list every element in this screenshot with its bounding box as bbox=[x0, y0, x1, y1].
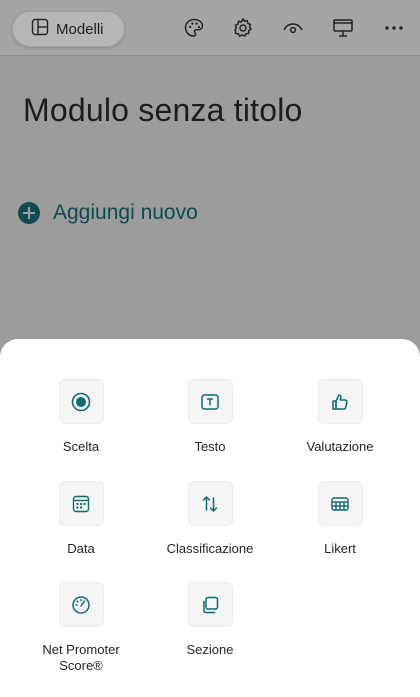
palette-icon[interactable] bbox=[182, 16, 206, 40]
question-type-date[interactable]: Data bbox=[16, 481, 146, 557]
models-label: Modelli bbox=[56, 20, 104, 38]
calendar-icon bbox=[58, 481, 104, 526]
preview-eye-icon[interactable] bbox=[281, 16, 305, 40]
question-type-ranking[interactable]: Classificazione bbox=[145, 481, 275, 557]
add-new-label: Aggiungi nuovo bbox=[53, 201, 198, 224]
gear-icon[interactable] bbox=[231, 16, 255, 40]
question-type-label: Data bbox=[67, 541, 95, 556]
add-new-button[interactable]: Aggiungi nuovo bbox=[18, 199, 198, 227]
question-type-label: Scelta bbox=[62, 439, 100, 454]
models-button[interactable]: Modelli bbox=[12, 11, 125, 47]
question-type-choice[interactable]: Scelta bbox=[16, 379, 146, 455]
question-type-text[interactable]: Testo bbox=[145, 379, 275, 455]
add-circle-icon bbox=[18, 202, 40, 224]
thumbs-up-icon bbox=[317, 379, 363, 424]
layout-template-icon bbox=[31, 18, 49, 41]
radio-choice-icon bbox=[58, 379, 104, 424]
question-type-section[interactable]: Sezione bbox=[145, 582, 275, 658]
question-type-label: Testo bbox=[194, 439, 226, 454]
likert-grid-icon bbox=[317, 481, 363, 526]
question-type-label: Valutazione bbox=[306, 439, 374, 454]
question-type-likert[interactable]: Likert bbox=[275, 481, 405, 557]
question-type-label: Sezione bbox=[186, 642, 234, 657]
ranking-arrows-icon bbox=[187, 481, 233, 526]
text-box-icon bbox=[187, 379, 233, 424]
question-type-nps[interactable]: Net Promoter Score® bbox=[16, 582, 146, 674]
section-icon bbox=[187, 582, 233, 627]
question-type-sheet: Scelta Testo Valutazione Data Classifica… bbox=[0, 339, 420, 697]
top-toolbar: Modelli bbox=[0, 0, 420, 56]
question-type-rating[interactable]: Valutazione bbox=[275, 379, 405, 455]
question-type-label: Net Promoter Score® bbox=[42, 642, 120, 673]
present-icon[interactable] bbox=[331, 16, 355, 40]
question-type-label: Likert bbox=[324, 541, 356, 556]
more-icon[interactable] bbox=[382, 16, 406, 40]
question-type-label: Classificazione bbox=[166, 541, 254, 556]
gauge-icon bbox=[58, 582, 104, 627]
form-title[interactable]: Modulo senza titolo bbox=[23, 92, 303, 129]
